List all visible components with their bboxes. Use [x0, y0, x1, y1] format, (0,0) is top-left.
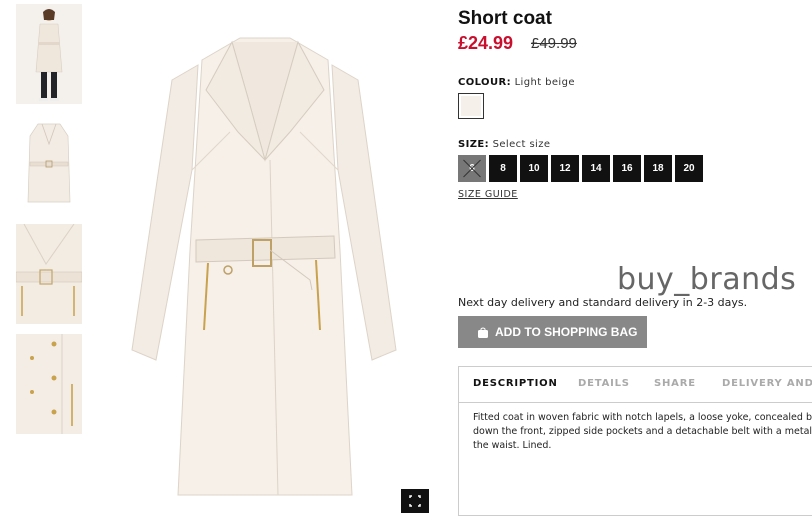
- colour-label: COLOUR:: [458, 77, 511, 88]
- size-option-16[interactable]: 16: [613, 155, 641, 182]
- size-option-8[interactable]: 8: [489, 155, 517, 182]
- size-label: SIZE:: [458, 139, 490, 150]
- description-line: Fitted coat in woven fabric with notch l…: [473, 412, 812, 423]
- size-value: Select size: [492, 139, 551, 150]
- size-option-6[interactable]: 6: [458, 155, 486, 182]
- thumbnail-coat-flat[interactable]: [16, 114, 82, 214]
- main-product-image: [120, 20, 410, 510]
- thumbnail-model-front[interactable]: [16, 4, 82, 104]
- size-option-14[interactable]: 14: [582, 155, 610, 182]
- colour-swatch-light-beige[interactable]: [458, 93, 484, 119]
- colour-value: Light beige: [514, 77, 575, 88]
- current-price: £24.99: [458, 33, 514, 53]
- tab-details[interactable]: DETAILS: [578, 378, 630, 389]
- tab-bar: DESCRIPTION DETAILS SHARE DELIVERY AND P: [459, 367, 812, 403]
- original-price: £49.99: [531, 35, 577, 52]
- size-option-18[interactable]: 18: [644, 155, 672, 182]
- thumbnail-belt-detail[interactable]: [16, 224, 82, 324]
- expand-icon: [409, 495, 421, 507]
- thumbnail-buttons-detail[interactable]: [16, 334, 82, 434]
- size-guide-link[interactable]: SIZE GUIDE: [458, 189, 518, 200]
- product-title: Short coat: [458, 8, 552, 29]
- shopping-bag-icon: [478, 327, 488, 338]
- size-option-20[interactable]: 20: [675, 155, 703, 182]
- add-to-bag-label: ADD TO SHOPPING BAG: [495, 325, 638, 339]
- description-line: down the front, zipped side pockets and …: [473, 426, 812, 437]
- tab-share[interactable]: SHARE: [654, 378, 696, 389]
- tab-delivery[interactable]: DELIVERY AND P: [722, 378, 812, 389]
- colour-row: COLOUR: Light beige: [458, 77, 575, 88]
- expand-image-button[interactable]: [401, 489, 429, 513]
- description-line: the waist. Lined.: [473, 440, 552, 451]
- size-option-10[interactable]: 10: [520, 155, 548, 182]
- watermark-text: buy_brands: [617, 262, 797, 297]
- swatch-fill: [461, 96, 481, 116]
- size-option-12[interactable]: 12: [551, 155, 579, 182]
- tab-description[interactable]: DESCRIPTION: [473, 378, 558, 389]
- size-row: SIZE: Select size: [458, 139, 550, 150]
- product-info-tabs: DESCRIPTION DETAILS SHARE DELIVERY AND P…: [458, 366, 812, 516]
- product-description: Fitted coat in woven fabric with notch l…: [473, 411, 812, 453]
- add-to-shopping-bag-button[interactable]: ADD TO SHOPPING BAG: [458, 316, 647, 348]
- delivery-info: Next day delivery and standard delivery …: [458, 296, 748, 309]
